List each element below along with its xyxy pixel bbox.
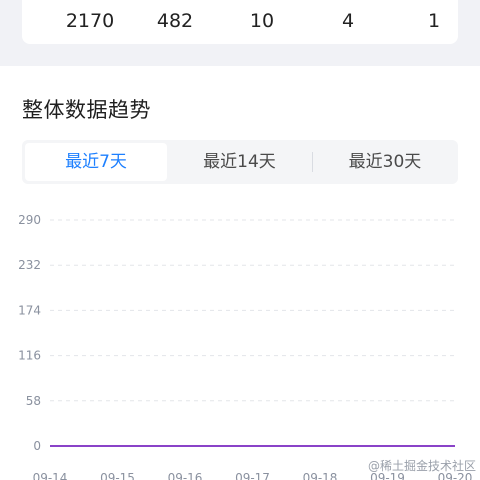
trend-chart: 290 232 174 116 58 0 09-14 09-15 09-16 09-17 09-1… xyxy=(18,213,472,480)
stat-value-3: 10 xyxy=(249,10,275,32)
stat-value-5: 1 xyxy=(427,10,441,32)
tab-30-days[interactable]: 最近30天 xyxy=(313,143,457,181)
y-tick-label: 290 xyxy=(18,213,41,227)
stats-card: 2170 482 10 4 1 xyxy=(22,0,458,44)
x-tick-label: 09-18 xyxy=(303,471,338,480)
y-tick-label: 58 xyxy=(26,394,41,408)
x-tick-label: 09-14 xyxy=(33,471,68,480)
y-tick-label: 174 xyxy=(18,303,41,317)
y-tick-label: 0 xyxy=(33,439,41,453)
tab-7-days[interactable]: 最近7天 xyxy=(25,143,167,181)
date-range-tabs: 最近7天 最近14天 最近30天 xyxy=(22,140,458,184)
stat-value-4: 4 xyxy=(341,10,355,32)
tab-14-days[interactable]: 最近14天 xyxy=(167,143,312,181)
y-tick-label: 116 xyxy=(18,349,41,363)
x-tick-label: 09-15 xyxy=(100,471,135,480)
stat-value-1: 2170 xyxy=(65,10,115,32)
stats-section: 2170 482 10 4 1 xyxy=(0,0,480,66)
x-tick-label: 09-17 xyxy=(235,471,270,480)
stat-value-2: 482 xyxy=(156,10,194,32)
chart-grid xyxy=(50,219,455,402)
y-axis-labels: 290 232 174 116 58 0 xyxy=(18,213,41,453)
watermark: @稀土掘金技术社区 xyxy=(367,459,476,473)
section-title: 整体数据趋势 xyxy=(22,98,151,122)
y-tick-label: 232 xyxy=(18,258,41,272)
x-tick-label: 09-16 xyxy=(168,471,203,480)
